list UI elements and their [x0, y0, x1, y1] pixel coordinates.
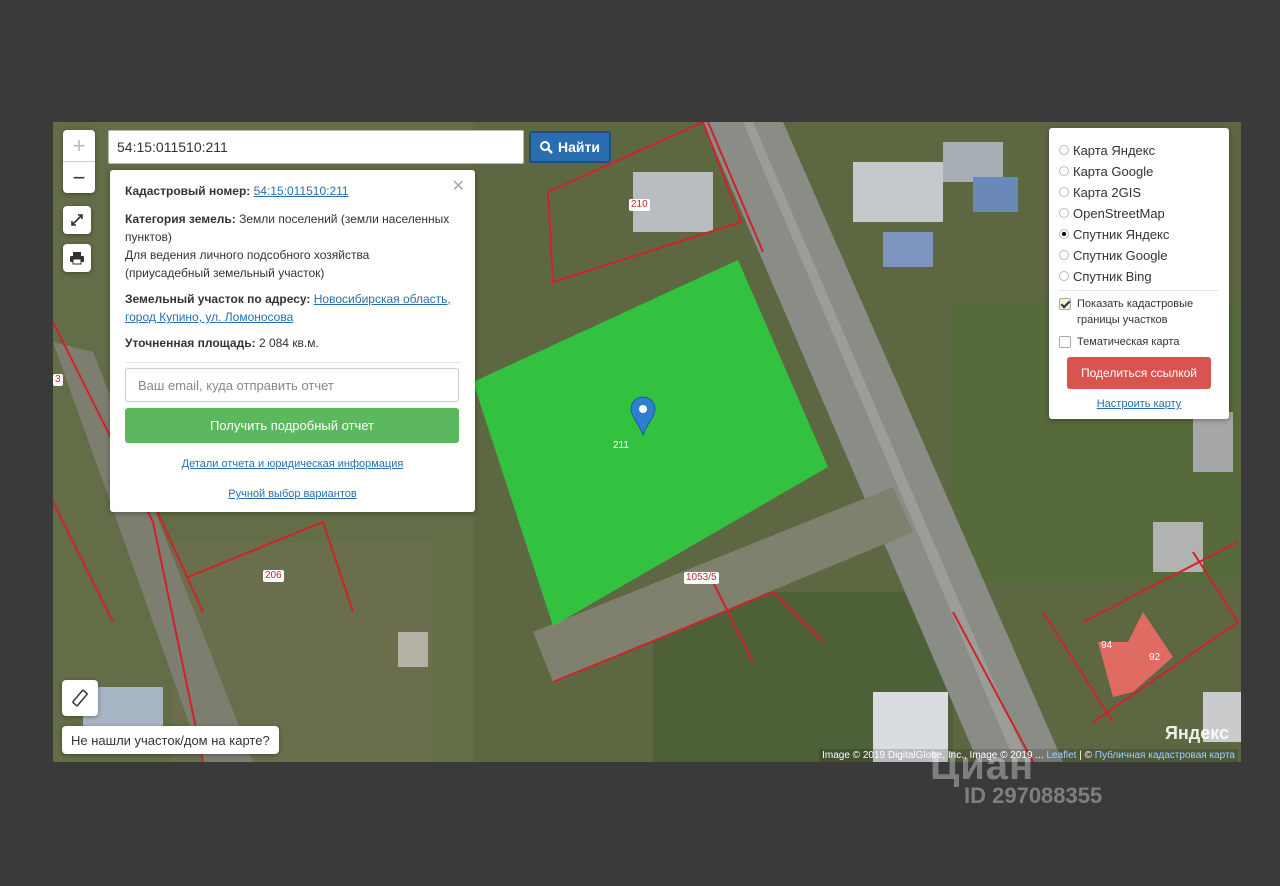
parcel-label: 210 — [629, 199, 650, 211]
find-button-label: Найти — [558, 139, 600, 155]
setup-map-link[interactable]: Настроить карту — [1049, 398, 1229, 410]
search-icon — [540, 140, 553, 154]
radio-button[interactable] — [1059, 166, 1069, 176]
printer-icon — [70, 252, 84, 265]
ruler-button[interactable] — [62, 680, 98, 716]
watermark-id: ID 297088355 — [964, 783, 1103, 808]
cadastre-link[interactable]: Публичная кадастровая карта — [1095, 750, 1235, 761]
divider — [125, 362, 460, 363]
cadastral-number-row: Кадастровый номер: 54:15:011510:211 — [125, 182, 457, 200]
radio-button[interactable] — [1059, 250, 1069, 260]
parcel-label: 92 — [1149, 652, 1161, 663]
land-category-label: Категория земель: — [125, 212, 236, 226]
show-borders-label: Показать кадастровые границы участков — [1077, 298, 1194, 326]
manual-selection-link[interactable]: Ручной выбор вариантов — [228, 488, 356, 500]
cian-watermark: Циан ID 297088355 — [930, 744, 1102, 809]
radio-button-selected[interactable] — [1059, 229, 1069, 239]
yandex-logo: Яндекс — [1164, 723, 1229, 743]
radio-button[interactable] — [1059, 208, 1069, 218]
layer-option[interactable]: Спутник Яндекс — [1059, 224, 1169, 244]
divider — [1059, 290, 1219, 291]
fullscreen-button[interactable] — [63, 206, 91, 234]
land-category-row: Категория земель: Земли поселений (земли… — [125, 210, 457, 282]
layer-label: Карта Google — [1073, 163, 1154, 179]
address-row: Земельный участок по адресу: Новосибирск… — [125, 290, 457, 326]
show-borders-option[interactable]: Показать кадастровые границы участков — [1059, 296, 1219, 328]
map-layers-panel: Карта Яндекс Карта Google Карта 2GIS Ope… — [1049, 128, 1229, 419]
report-details-link[interactable]: Детали отчета и юридическая информация — [182, 458, 404, 470]
thematic-checkbox[interactable] — [1059, 336, 1071, 348]
zoom-in-button[interactable]: + — [63, 130, 95, 162]
layer-option[interactable]: OpenStreetMap — [1059, 203, 1165, 223]
layer-option[interactable]: Карта Google — [1059, 161, 1153, 181]
thematic-label: Тематическая карта — [1077, 336, 1180, 348]
email-input[interactable] — [125, 368, 459, 402]
layer-label: Спутник Яндекс — [1073, 226, 1170, 242]
layer-option[interactable]: Спутник Bing — [1059, 266, 1152, 286]
cadastral-number-label: Кадастровый номер: — [125, 184, 251, 198]
not-found-button[interactable]: Не нашли участок/дом на карте? — [62, 726, 279, 754]
print-button[interactable] — [63, 244, 91, 272]
parcel-label: 206 — [263, 570, 284, 582]
show-borders-checkbox[interactable] — [1059, 298, 1071, 310]
layer-label: Карта Яндекс — [1073, 142, 1156, 158]
layer-option[interactable]: Спутник Google — [1059, 245, 1168, 265]
find-button[interactable]: Найти — [529, 131, 611, 163]
layer-label: Спутник Google — [1073, 247, 1168, 263]
cadastral-number-link[interactable]: 54:15:011510:211 — [254, 184, 349, 198]
layer-option[interactable]: Карта Яндекс — [1059, 140, 1155, 160]
radio-button[interactable] — [1059, 145, 1069, 155]
thematic-option[interactable]: Тематическая карта — [1059, 334, 1179, 350]
layer-label: OpenStreetMap — [1073, 205, 1165, 221]
cadastral-search-input[interactable] — [108, 130, 524, 164]
area-value: 2 084 кв.м. — [258, 336, 319, 350]
ruler-icon — [72, 689, 88, 707]
address-label: Земельный участок по адресу: — [125, 292, 311, 306]
area-label: Уточненная площадь: — [125, 336, 256, 350]
parcel-label: 211 — [613, 440, 629, 451]
parcel-label: 3 — [53, 374, 63, 386]
expand-icon — [71, 214, 83, 226]
zoom-out-button[interactable]: − — [63, 162, 95, 193]
radio-button[interactable] — [1059, 271, 1069, 281]
layer-label: Карта 2GIS — [1073, 184, 1142, 200]
parcel-label: 1053/5 — [684, 572, 719, 584]
zoom-control: + − — [63, 130, 95, 193]
map-view[interactable]: 210 211 206 1053/5 94 92 3 + − Найти ✕ К… — [53, 122, 1241, 762]
layer-option[interactable]: Карта 2GIS — [1059, 182, 1141, 202]
parcel-info-panel: ✕ Кадастровый номер: 54:15:011510:211 Ка… — [110, 170, 475, 512]
land-usage-value: Для ведения личного подсобного хозяйства… — [125, 248, 370, 280]
radio-button[interactable] — [1059, 187, 1069, 197]
parcel-label: 94 — [1101, 640, 1113, 651]
get-report-button[interactable]: Получить подробный отчет — [125, 408, 459, 443]
area-row: Уточненная площадь: 2 084 кв.м. — [125, 334, 457, 352]
layer-label: Спутник Bing — [1073, 268, 1152, 284]
share-link-button[interactable]: Поделиться ссылкой — [1067, 357, 1211, 389]
